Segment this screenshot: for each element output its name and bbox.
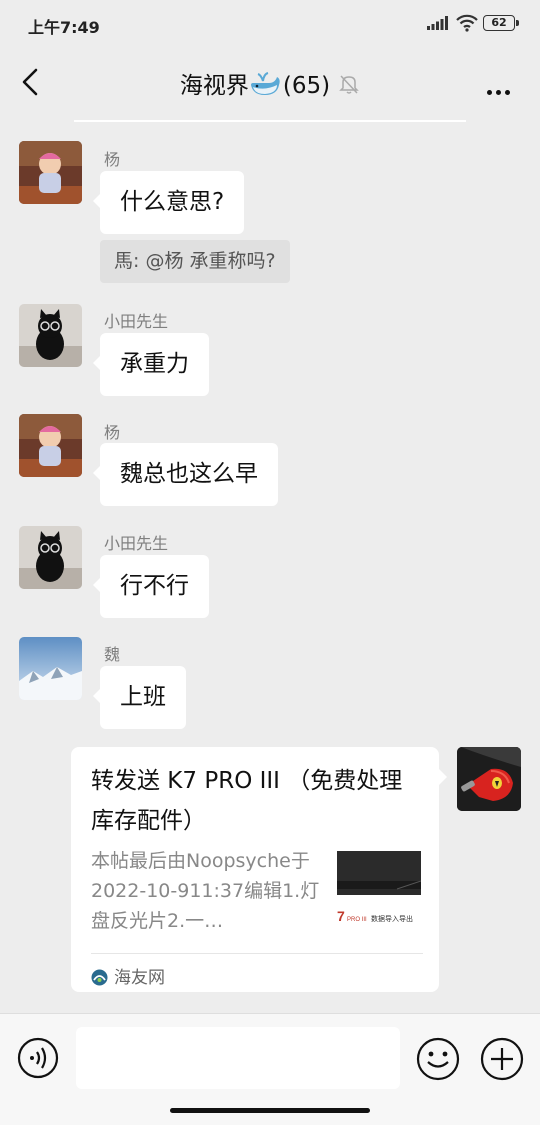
card-source-name: 海友网 (114, 968, 165, 988)
home-indicator (170, 1108, 370, 1113)
card-source: 海友网 (91, 963, 165, 988)
add-attachment-icon[interactable] (480, 1037, 524, 1081)
message-bubble[interactable]: 魏总也这么早 (93, 443, 278, 506)
avatar-xiaotian[interactable] (19, 304, 82, 367)
chat-title: 海视界 (65) (0, 66, 540, 100)
sender-name: 魏 (104, 645, 121, 664)
shared-link-card[interactable]: 转发送 K7 PRO III （免费处理库存配件） 本帖最后由Noopsyche… (71, 747, 447, 992)
quoted-message[interactable]: 馬: @杨 承重称吗? (100, 240, 290, 283)
message-input[interactable] (76, 1027, 400, 1089)
signal-icon (427, 16, 448, 30)
message-bubble[interactable]: 上班 (93, 666, 186, 729)
sender-name: 小田先生 (104, 534, 169, 553)
sender-name: 杨 (104, 423, 121, 442)
status-bar: 上午7:49 62 (0, 0, 540, 50)
member-count: (65) (282, 73, 331, 99)
thumb-text-model: 7 (337, 908, 345, 924)
wifi-icon (456, 14, 478, 32)
card-thumbnail: 7 PRO III 数据导入导出 (337, 851, 421, 931)
battery-indicator: 62 (483, 15, 519, 31)
status-time: 上午7:49 (28, 18, 100, 37)
avatar-yang[interactable] (19, 141, 82, 204)
avatar-xiaotian[interactable] (19, 526, 82, 589)
group-name: 海视界 (179, 73, 249, 99)
voice-input-icon[interactable] (17, 1037, 59, 1079)
sender-name: 杨 (104, 150, 121, 169)
site-logo-icon (91, 969, 108, 986)
more-options-icon[interactable] (483, 80, 510, 99)
my-avatar[interactable] (457, 747, 521, 811)
header-divider (74, 120, 466, 122)
card-title: 转发送 K7 PRO III （免费处理库存配件） (91, 768, 403, 834)
chat-header: 海视界 (65) (0, 50, 540, 118)
avatar-yang[interactable] (19, 414, 82, 477)
message-bubble[interactable]: 承重力 (93, 333, 209, 396)
thumb-text-pro: PRO III (347, 917, 367, 923)
emoji-icon[interactable] (416, 1037, 460, 1081)
message-bubble[interactable]: 行不行 (93, 555, 209, 618)
thumb-text-caption: 数据导入导出 (371, 914, 413, 923)
message-bubble[interactable]: 什么意思? (92, 171, 245, 234)
mute-bell-icon (339, 75, 359, 94)
card-description: 本帖最后由Noopsyche于2022-10-911:37编辑1.灯盘反光片2.… (91, 850, 320, 932)
card-divider (91, 953, 423, 954)
sender-name: 小田先生 (104, 312, 169, 331)
whale-emoji-icon (250, 72, 280, 95)
avatar-wei[interactable] (19, 637, 82, 700)
